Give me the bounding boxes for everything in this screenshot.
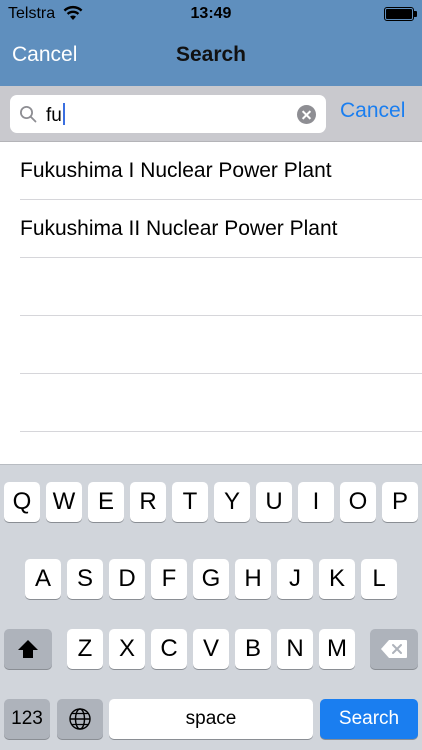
backspace-key[interactable] xyxy=(370,629,418,669)
key-b[interactable]: B xyxy=(235,629,271,669)
key-o[interactable]: O xyxy=(340,482,376,522)
key-p[interactable]: P xyxy=(382,482,418,522)
key-a[interactable]: A xyxy=(25,559,61,599)
search-query-text: fu xyxy=(46,105,62,126)
key-m[interactable]: M xyxy=(319,629,355,669)
shift-icon xyxy=(18,640,38,658)
key-t[interactable]: T xyxy=(172,482,208,522)
globe-icon xyxy=(69,708,91,730)
key-x[interactable]: X xyxy=(109,629,145,669)
space-key[interactable]: space xyxy=(109,699,313,739)
key-s[interactable]: S xyxy=(67,559,103,599)
list-item[interactable]: Fukushima I Nuclear Power Plant xyxy=(0,142,422,200)
key-w[interactable]: W xyxy=(46,482,82,522)
key-y[interactable]: Y xyxy=(214,482,250,522)
key-r[interactable]: R xyxy=(130,482,166,522)
battery-icon xyxy=(384,7,417,21)
key-k[interactable]: K xyxy=(319,559,355,599)
search-key[interactable]: Search xyxy=(320,699,418,739)
backspace-icon xyxy=(381,640,407,658)
search-icon xyxy=(20,106,37,123)
search-cancel-button[interactable]: Cancel xyxy=(340,99,405,123)
key-f[interactable]: F xyxy=(151,559,187,599)
key-z[interactable]: Z xyxy=(67,629,103,669)
text-cursor xyxy=(62,103,65,125)
key-l[interactable]: L xyxy=(361,559,397,599)
list-item-label: Fukushima I Nuclear Power Plant xyxy=(20,159,332,182)
page-title: Search xyxy=(175,43,247,66)
keyboard: Q W E R T Y U I O P A S D F G H J K L Z … xyxy=(0,464,422,750)
empty-list-item xyxy=(0,316,422,374)
results-list: Fukushima I Nuclear Power Plant Fukushim… xyxy=(0,142,422,432)
navigation-header: Telstra 13:49 Cancel Search xyxy=(0,0,422,86)
empty-list-item xyxy=(0,374,422,432)
list-item[interactable]: Fukushima II Nuclear Power Plant xyxy=(0,200,422,258)
key-h[interactable]: H xyxy=(235,559,271,599)
key-j[interactable]: J xyxy=(277,559,313,599)
search-input[interactable]: fu xyxy=(10,95,326,133)
key-g[interactable]: G xyxy=(193,559,229,599)
list-item-label: Fukushima II Nuclear Power Plant xyxy=(20,217,338,240)
key-v[interactable]: V xyxy=(193,629,229,669)
key-e[interactable]: E xyxy=(88,482,124,522)
empty-list-item xyxy=(0,258,422,316)
globe-key[interactable] xyxy=(57,699,103,739)
numbers-key[interactable]: 123 xyxy=(4,699,50,739)
key-u[interactable]: U xyxy=(256,482,292,522)
key-c[interactable]: C xyxy=(151,629,187,669)
search-bar: fu Cancel xyxy=(0,86,422,142)
clear-icon[interactable] xyxy=(297,105,316,124)
key-d[interactable]: D xyxy=(109,559,145,599)
key-n[interactable]: N xyxy=(277,629,313,669)
clock: 13:49 xyxy=(190,5,232,22)
status-bar: Telstra 13:49 xyxy=(0,0,422,28)
key-i[interactable]: I xyxy=(298,482,334,522)
key-q[interactable]: Q xyxy=(4,482,40,522)
shift-key[interactable] xyxy=(4,629,52,669)
